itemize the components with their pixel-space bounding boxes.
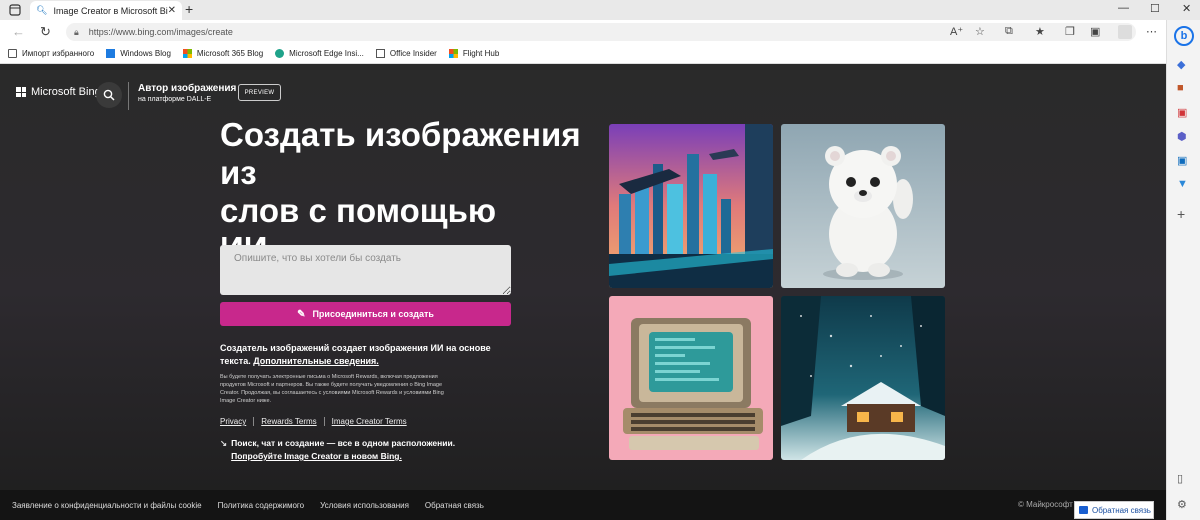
m365-icon[interactable]: ⬢: [1177, 130, 1187, 143]
copyright: © Майкрософт: [1018, 500, 1073, 509]
more-menu-icon[interactable]: ⋯: [1146, 25, 1157, 38]
footer-link-terms[interactable]: Условия использования: [320, 501, 409, 510]
favorites-bar: Импорт избранного Windows Blog Microsoft…: [0, 44, 1166, 64]
favorite-label: Импорт избранного: [22, 49, 95, 58]
microsoft-icon: [182, 49, 192, 58]
bing-chat-icon[interactable]: b: [1174, 26, 1194, 46]
header-divider: [128, 82, 129, 110]
footer-link-content-policy[interactable]: Политика содержимого: [218, 501, 305, 510]
favorite-flight-hub[interactable]: Flight Hub: [448, 49, 500, 58]
legal-links: Privacy Rewards Terms Image Creator Term…: [220, 417, 407, 426]
close-tab-icon[interactable]: ✕: [168, 5, 176, 16]
try-new-bing-link[interactable]: Попробуйте Image Creator в новом Bing.: [231, 451, 402, 461]
windows-icon: [106, 49, 116, 58]
promo: ↘ Поиск, чат и создание — все в одном ра…: [220, 437, 520, 463]
favorite-label: Windows Blog: [120, 49, 171, 58]
minimize-icon[interactable]: —: [1118, 2, 1129, 14]
example-image-city[interactable]: [609, 124, 773, 288]
link-divider: [253, 417, 255, 426]
prompt-input[interactable]: [220, 245, 511, 295]
extensions-icon[interactable]: ⧉: [1005, 25, 1013, 38]
feedback-label: Обратная связь: [1092, 505, 1151, 515]
hero-line: слов с помощью: [220, 192, 497, 229]
hero-line: Создать изображения из: [220, 116, 581, 191]
fine-print: Вы будете получать электронные письма о …: [220, 374, 444, 404]
collections-icon[interactable]: ❐: [1065, 25, 1075, 38]
tag-icon[interactable]: ◆: [1177, 58, 1185, 71]
close-window-icon[interactable]: ✕: [1182, 2, 1191, 15]
favorite-import[interactable]: Импорт избранного: [8, 49, 94, 58]
search-icon: 🔍︎: [36, 5, 48, 15]
page-footer: Заявление о конфиденциальности и файлы c…: [0, 490, 1166, 520]
example-image-computer[interactable]: [609, 296, 773, 460]
microsoft-logo-icon: [16, 87, 26, 97]
favorite-star-icon[interactable]: ☆: [975, 25, 985, 38]
import-icon: [8, 49, 17, 58]
tab-bar: 🔍︎ Image Creator в Microsoft Bing ✕ + — …: [0, 0, 1200, 20]
add-icon[interactable]: +: [1177, 206, 1185, 222]
learn-more-link[interactable]: Дополнительные сведения.: [253, 356, 379, 366]
new-tab-button[interactable]: +: [185, 1, 193, 17]
search-icon: [103, 89, 115, 101]
privacy-link[interactable]: Privacy: [220, 417, 246, 426]
bing-image-creator-page: Microsoft Bing Автор изображения на плат…: [0, 64, 1166, 520]
product-title: Автор изображения: [138, 83, 237, 94]
image-creator-terms-link[interactable]: Image Creator Terms: [332, 417, 407, 426]
footer-link-feedback[interactable]: Обратная связь: [425, 501, 484, 510]
create-icon: ✎: [297, 308, 306, 320]
feedback-button[interactable]: Обратная связь: [1074, 501, 1154, 519]
favorite-office-insider[interactable]: Office Insider: [375, 49, 437, 58]
address-toolbar: ← ↻ 🔒︎ https://www.bing.com/images/creat…: [0, 20, 1166, 44]
favorite-label: Flight Hub: [462, 49, 500, 58]
page-icon: [375, 49, 385, 58]
read-aloud-icon[interactable]: A⁺: [950, 25, 963, 38]
tab-title: Image Creator в Microsoft Bing: [53, 5, 168, 16]
link-divider: [323, 417, 325, 426]
outlook-icon[interactable]: ▣: [1177, 154, 1187, 167]
favorite-edge-insider[interactable]: Microsoft Edge Insi...: [275, 49, 364, 58]
logo-text: Microsoft Bing: [31, 86, 101, 98]
footer-link-privacy[interactable]: Заявление о конфиденциальности и файлы c…: [12, 501, 202, 510]
search-button[interactable]: [96, 82, 122, 108]
bing-logo[interactable]: Microsoft Bing: [16, 86, 101, 98]
refresh-icon[interactable]: ↻: [40, 24, 51, 40]
preview-badge: PREVIEW: [238, 84, 281, 101]
product-subtitle: на платформе DALL-E: [138, 96, 212, 103]
copilot-icon[interactable]: ▣: [1090, 25, 1100, 38]
lock-icon: 🔒︎: [74, 26, 79, 37]
tools-icon[interactable]: ■: [1177, 82, 1184, 94]
url-text: https://www.bing.com/images/create: [88, 27, 233, 37]
favorite-label: Office Insider: [389, 49, 437, 58]
tab-image-creator[interactable]: 🔍︎ Image Creator в Microsoft Bing ✕: [30, 1, 182, 20]
window-menu-icon[interactable]: [8, 3, 22, 17]
example-image-cabin[interactable]: [781, 296, 945, 460]
edge-sidebar: b ◆ ■ ▣ ⬢ ▣ ▼ + ▯ ⚙: [1166, 20, 1200, 520]
join-button-label: Присоединиться и создать: [312, 309, 434, 319]
edge-icon: [275, 49, 285, 58]
favorite-m365-blog[interactable]: Microsoft 365 Blog: [182, 49, 264, 58]
example-image-bear[interactable]: [781, 124, 945, 288]
microsoft-icon: [448, 49, 458, 58]
arrow-icon: ↘: [220, 438, 228, 448]
description: Создатель изображений создает изображени…: [220, 342, 510, 368]
favorites-icon[interactable]: ★: [1035, 25, 1045, 38]
feedback-icon: [1079, 506, 1088, 514]
join-and-create-button[interactable]: ✎ Присоединиться и создать: [220, 302, 511, 326]
settings-icon[interactable]: ⚙: [1177, 498, 1187, 511]
promo-text: Поиск, чат и создание — все в одном расп…: [231, 438, 456, 448]
favorite-windows-blog[interactable]: Windows Blog: [106, 49, 171, 58]
back-icon[interactable]: ←: [12, 24, 25, 39]
maximize-icon[interactable]: ☐: [1150, 2, 1160, 15]
sidebar-toggle-icon[interactable]: ▯: [1177, 472, 1183, 485]
favorite-label: Microsoft Edge Insi...: [289, 49, 364, 58]
favorite-label: Microsoft 365 Blog: [196, 49, 264, 58]
drop-icon[interactable]: ▼: [1177, 178, 1188, 190]
rewards-terms-link[interactable]: Rewards Terms: [261, 417, 316, 426]
profile-icon[interactable]: [1118, 25, 1132, 39]
games-icon[interactable]: ▣: [1177, 106, 1187, 119]
